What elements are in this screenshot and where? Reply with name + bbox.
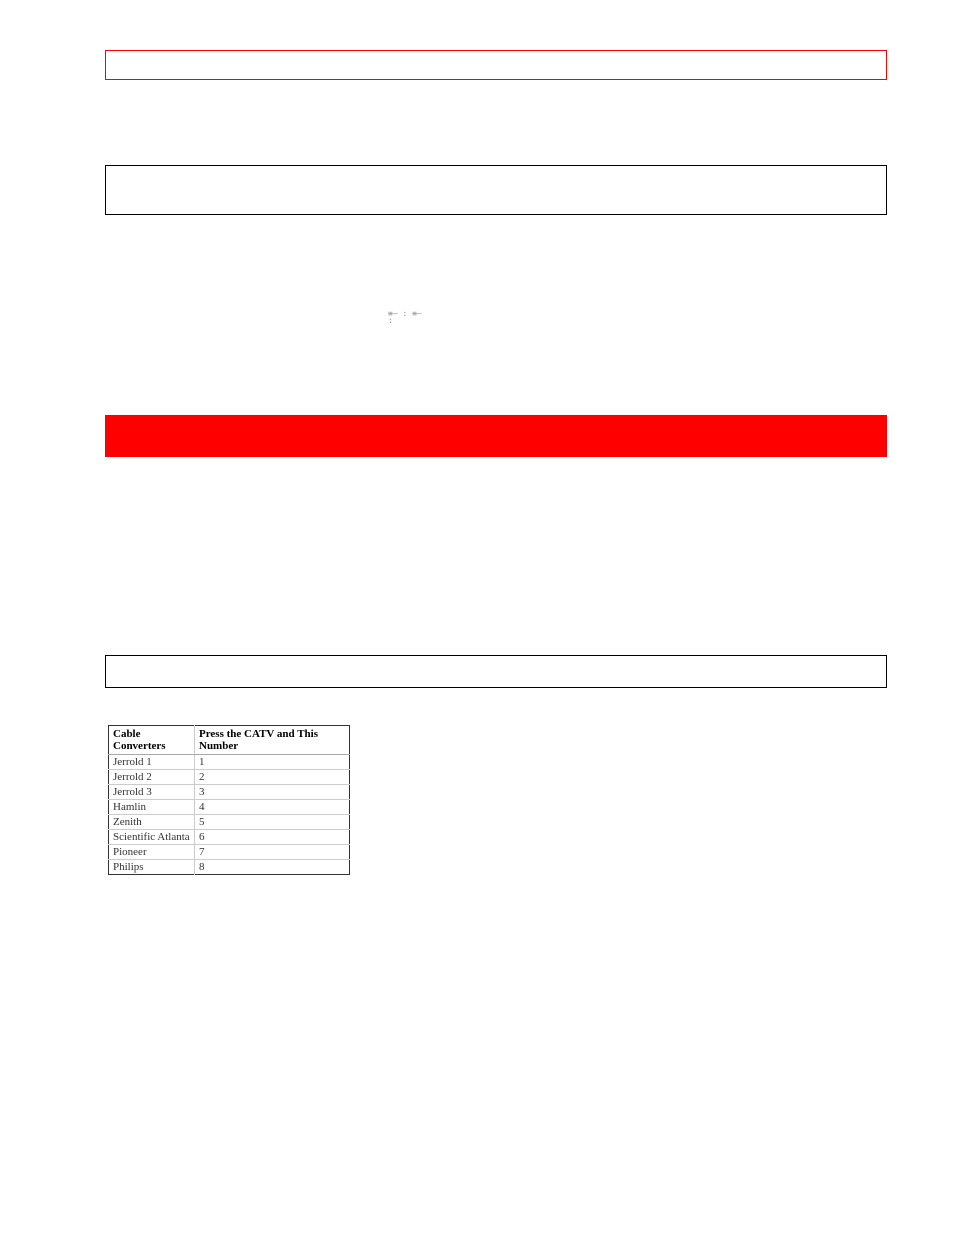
table-cell-name: Scientific Atlanta	[109, 830, 195, 845]
black-outline-box-2	[105, 655, 887, 688]
table-row: Jerrold 1 1	[109, 755, 350, 770]
table-row: Jerrold 2 2	[109, 770, 350, 785]
table-row: Hamlin 4	[109, 800, 350, 815]
red-outline-box	[105, 50, 887, 80]
table-row: Philips 8	[109, 860, 350, 875]
table-cell-num: 2	[195, 770, 350, 785]
table-cell-name: Zenith	[109, 815, 195, 830]
small-diagram-icon: ≡— : ≡— :	[388, 310, 422, 334]
table-row: Jerrold 3 3	[109, 785, 350, 800]
table-cell-name: Hamlin	[109, 800, 195, 815]
table-cell-num: 8	[195, 860, 350, 875]
black-outline-box-1	[105, 165, 887, 215]
table-cell-name: Jerrold 1	[109, 755, 195, 770]
table-cell-num: 3	[195, 785, 350, 800]
table-cell-num: 7	[195, 845, 350, 860]
table-cell-num: 6	[195, 830, 350, 845]
table-row: Pioneer 7	[109, 845, 350, 860]
table-cell-num: 4	[195, 800, 350, 815]
table-header-2: Press the CATV and This Number	[195, 726, 350, 755]
table-cell-name: Jerrold 2	[109, 770, 195, 785]
table-cell-num: 5	[195, 815, 350, 830]
red-filled-bar	[105, 415, 887, 457]
table-cell-name: Jerrold 3	[109, 785, 195, 800]
cable-converters-table: Cable Converters Press the CATV and This…	[108, 725, 350, 875]
table-cell-name: Pioneer	[109, 845, 195, 860]
table-cell-num: 1	[195, 755, 350, 770]
table-header-1: Cable Converters	[109, 726, 195, 755]
table-row: Zenith 5	[109, 815, 350, 830]
table-row: Scientific Atlanta 6	[109, 830, 350, 845]
table-cell-name: Philips	[109, 860, 195, 875]
